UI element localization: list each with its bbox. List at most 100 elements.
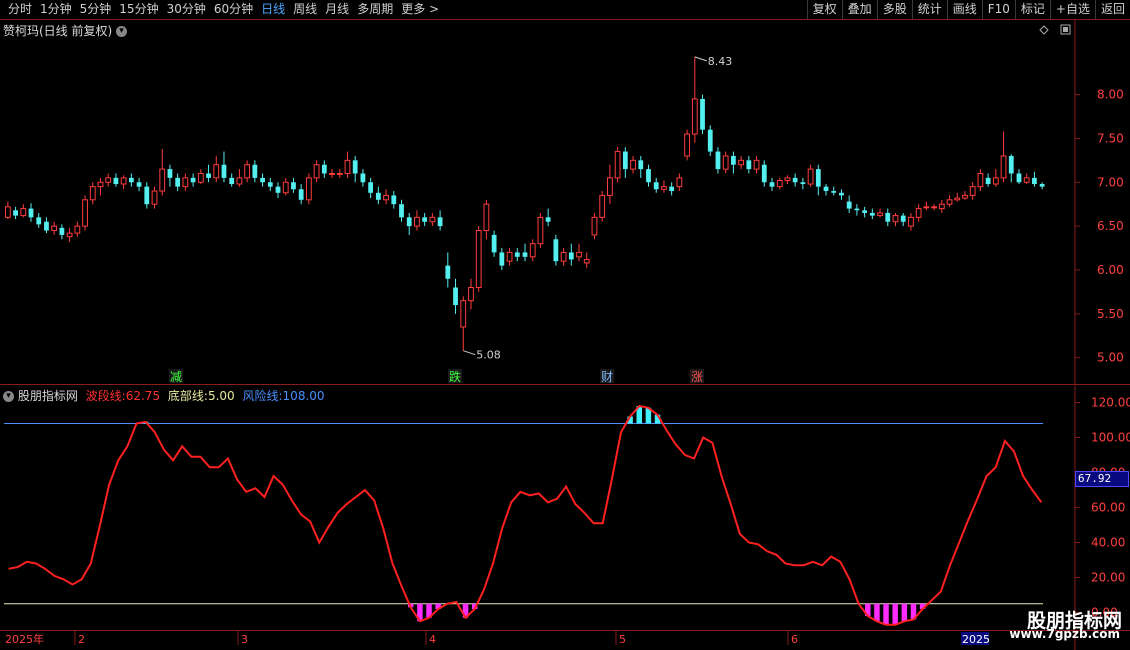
candle xyxy=(113,173,119,187)
candle xyxy=(236,169,243,187)
chevron-down-icon[interactable]: ▾ xyxy=(116,26,128,37)
candle xyxy=(537,212,544,249)
event-marker[interactable]: 财 xyxy=(600,369,614,384)
candle xyxy=(197,169,204,185)
candle xyxy=(360,169,366,187)
candle xyxy=(653,177,659,193)
annotation-pointer xyxy=(694,56,707,62)
indicator-lines xyxy=(4,404,1043,626)
candle xyxy=(66,227,73,242)
candle xyxy=(607,164,613,205)
candle xyxy=(784,175,791,185)
chevron-down-icon[interactable]: ▾ xyxy=(3,391,14,402)
diamond-icon[interactable] xyxy=(1039,25,1049,35)
bottom-signal-bar xyxy=(901,603,908,622)
candle xyxy=(190,173,196,187)
candle xyxy=(275,182,281,199)
candle xyxy=(159,148,166,196)
candle xyxy=(529,239,536,262)
time-tick-label: 2025年 xyxy=(5,632,44,646)
candle xyxy=(175,173,181,192)
candle xyxy=(414,210,420,231)
candle xyxy=(305,173,312,205)
time-tick-label: 4 xyxy=(429,633,436,646)
candle xyxy=(977,169,984,192)
candle xyxy=(815,164,821,196)
candle xyxy=(568,243,574,266)
event-marker[interactable]: 跌 xyxy=(448,369,462,384)
time-tick-label: 5 xyxy=(619,633,626,646)
candle xyxy=(1039,182,1045,190)
candle xyxy=(491,230,497,257)
indicator-tick-label: 40.00 xyxy=(1091,536,1125,550)
event-marker[interactable]: 涨 xyxy=(690,369,704,384)
candle xyxy=(182,173,189,192)
candle xyxy=(167,164,173,187)
price-tick-label: 6.50 xyxy=(1097,219,1124,233)
watermark-url: www.7gpzb.com xyxy=(1009,627,1120,641)
candle xyxy=(661,180,667,193)
candle xyxy=(545,208,551,227)
main-title-row: 赞柯玛(日线 前复权) ▾ xyxy=(3,22,128,39)
candle xyxy=(437,210,443,231)
risk-label: 风险线: xyxy=(242,389,283,403)
candle xyxy=(669,182,675,196)
candle xyxy=(638,155,644,178)
candle xyxy=(1008,154,1014,183)
candle xyxy=(877,208,883,218)
candle xyxy=(151,186,158,209)
event-marker[interactable]: 减 xyxy=(169,369,183,384)
time-tick-label: 3 xyxy=(241,633,248,646)
candle xyxy=(746,155,752,174)
candle xyxy=(336,169,343,178)
candle xyxy=(406,212,412,235)
candle xyxy=(383,189,389,205)
candle xyxy=(753,155,760,174)
candle xyxy=(1032,171,1037,187)
risk-value: 108.00 xyxy=(282,389,325,403)
candle xyxy=(213,155,220,183)
candle xyxy=(128,173,134,187)
candle xyxy=(646,164,651,187)
candle xyxy=(846,195,852,213)
bottom-signal-bar xyxy=(892,603,898,625)
candle xyxy=(28,203,34,222)
candle xyxy=(105,173,112,187)
event-markers: 减跌财涨 xyxy=(169,369,704,384)
indicator-axis: 120.00100.0080.0060.0040.0020.000.00 xyxy=(1075,396,1130,620)
candle xyxy=(422,212,428,227)
candle xyxy=(700,94,705,135)
candle xyxy=(738,155,745,170)
candle xyxy=(4,201,11,220)
candle xyxy=(282,177,289,196)
candle xyxy=(691,56,698,143)
candle xyxy=(391,191,397,209)
candle xyxy=(985,173,991,187)
candle xyxy=(329,169,335,178)
candle xyxy=(13,206,18,220)
candle xyxy=(576,243,582,262)
bottom-label: 底部线: xyxy=(167,389,208,403)
candle xyxy=(229,173,235,187)
price-tick-label: 7.00 xyxy=(1097,175,1124,189)
indicator-tick-label: 100.00 xyxy=(1091,431,1130,445)
wave-label: 波段线: xyxy=(85,389,126,403)
candle xyxy=(769,177,775,192)
candle xyxy=(839,189,844,200)
candle xyxy=(900,212,906,227)
candle xyxy=(51,221,58,235)
candle xyxy=(854,204,860,216)
event-marker-label: 涨 xyxy=(691,369,703,384)
candle xyxy=(583,252,590,269)
bottom-signal-bar xyxy=(874,603,880,622)
candle xyxy=(144,182,150,209)
wave-line xyxy=(8,404,1043,626)
time-axis: 2025年 2 3 4 5 6 2025 xyxy=(5,631,990,646)
stock-chart[interactable]: 8.00 7.50 7.00 6.50 6.00 5.50 5.00 8.43 5.08 减 跌… xyxy=(0,0,1130,650)
candle xyxy=(74,221,81,237)
candle xyxy=(468,278,474,310)
candle xyxy=(352,155,358,183)
candle xyxy=(267,177,273,192)
candle xyxy=(20,204,27,218)
candle xyxy=(761,160,767,187)
